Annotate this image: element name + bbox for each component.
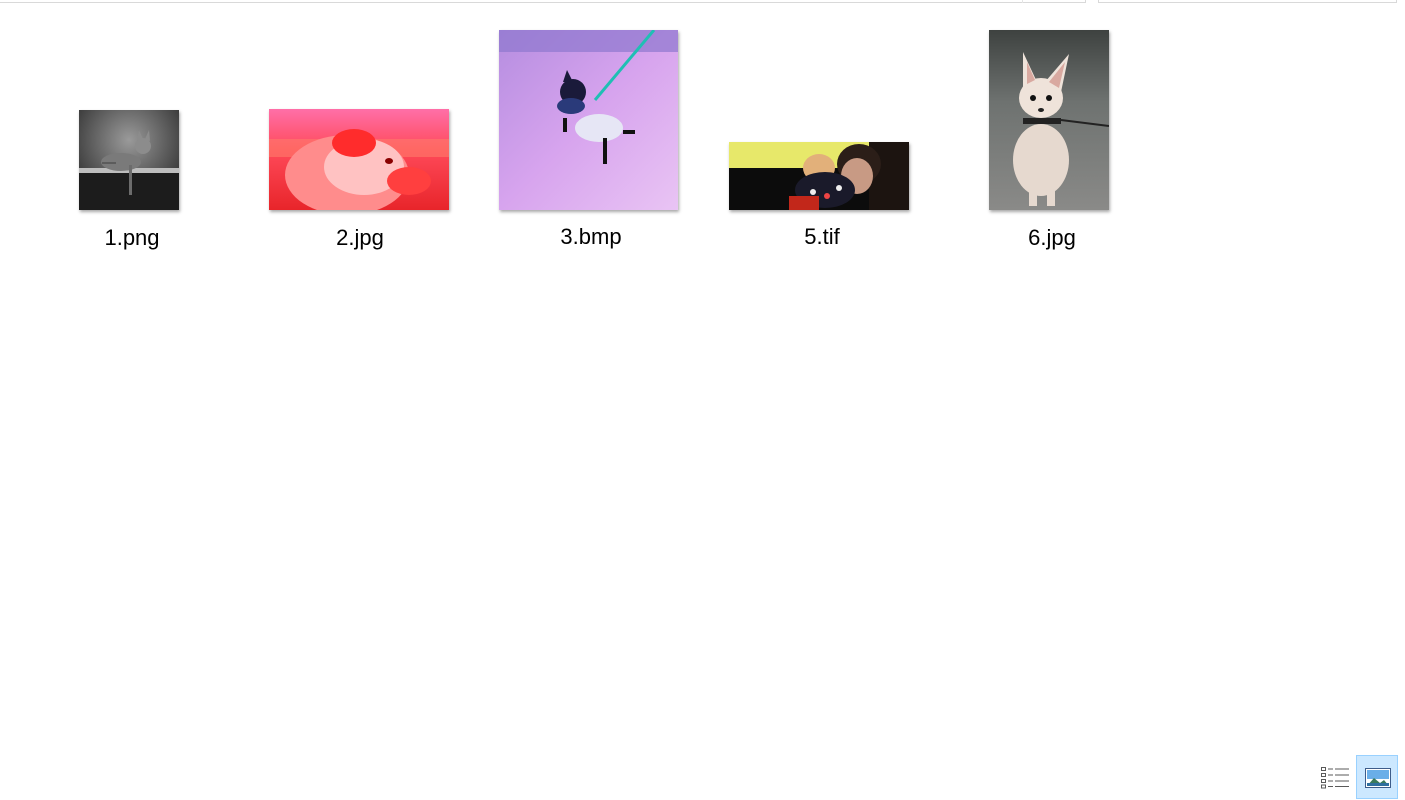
thumbnail-cat — [79, 110, 179, 210]
thumbnail-chihuahua — [989, 30, 1109, 210]
thumbnail-red-dog — [269, 109, 449, 210]
file-item-1-png[interactable]: 1.png — [42, 4, 222, 254]
search-box[interactable] — [1098, 0, 1397, 3]
large-icons-view-button[interactable] — [1356, 755, 1398, 799]
address-bar-divider — [1022, 0, 1023, 3]
large-icons-view-icon — [1365, 768, 1391, 788]
thumbnail-person-dog — [729, 142, 909, 210]
view-switcher — [1310, 754, 1400, 800]
file-item-3-bmp[interactable]: 3.bmp — [499, 4, 679, 254]
thumbnail-inverted-dog — [499, 30, 678, 210]
file-view: 1.png 2.jpg 3.bmp 5.tif 6.jpg — [0, 4, 1405, 749]
file-item-2-jpg[interactable]: 2.jpg — [269, 4, 450, 254]
details-view-icon — [1321, 765, 1349, 789]
details-view-button[interactable] — [1312, 755, 1354, 799]
file-name: 3.bmp — [560, 224, 622, 249]
address-bar[interactable] — [0, 0, 1086, 3]
file-item-5-tif[interactable]: 5.tif — [729, 4, 909, 254]
file-name: 1.png — [104, 225, 160, 250]
file-name: 6.jpg — [1028, 225, 1076, 250]
file-item-6-jpg[interactable]: 6.jpg — [959, 4, 1139, 254]
file-name: 5.tif — [804, 224, 840, 249]
file-name: 2.jpg — [336, 225, 384, 250]
